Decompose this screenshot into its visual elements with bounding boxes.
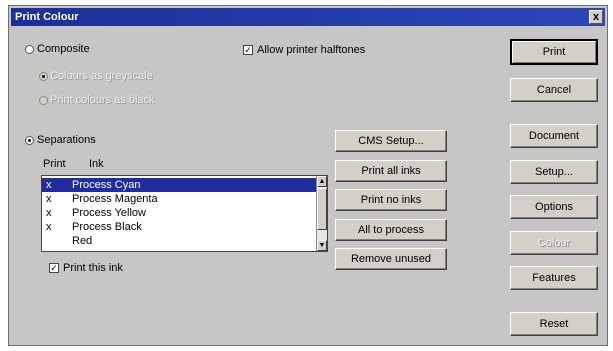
print-this-ink-label: Print this ink — [63, 262, 123, 274]
cancel-button[interactable]: Cancel — [510, 78, 598, 102]
separations-radio[interactable] — [25, 136, 34, 145]
list-item[interactable]: Red — [42, 234, 317, 248]
print-column-header: Print — [43, 158, 66, 170]
colour-button[interactable]: Colour — [510, 231, 598, 255]
allow-halftones-checkbox[interactable]: ✓ — [243, 45, 253, 55]
options-button[interactable]: Options — [510, 195, 598, 219]
list-item[interactable]: x Process Black — [42, 220, 317, 234]
print-colour-dialog: Print Colour x Composite Colours as grey… — [8, 5, 608, 346]
close-icon[interactable]: x — [589, 10, 603, 24]
scroll-down-icon[interactable]: ▼ — [317, 240, 327, 251]
list-item[interactable]: x Process Magenta — [42, 192, 317, 206]
greyscale-label: Colours as greyscale — [50, 70, 153, 82]
document-button[interactable]: Document — [510, 124, 598, 148]
print-this-ink-checkbox[interactable]: ✓ — [49, 263, 59, 273]
print-all-inks-button[interactable]: Print all inks — [335, 160, 447, 182]
features-button[interactable]: Features — [510, 266, 598, 290]
print-no-inks-button[interactable]: Print no inks — [335, 189, 447, 211]
separations-label: Separations — [37, 134, 96, 146]
list-item[interactable]: x Process Yellow — [42, 206, 317, 220]
title-bar: Print Colour x — [11, 8, 605, 26]
greyscale-radio[interactable] — [39, 72, 48, 81]
ink-list[interactable]: x Process Cyan x Process Magenta x Proce… — [41, 175, 328, 252]
composite-label: Composite — [37, 43, 90, 55]
ink-column-header: Ink — [89, 158, 104, 170]
scroll-thumb[interactable] — [317, 188, 327, 230]
composite-radio[interactable] — [25, 45, 34, 54]
list-item[interactable]: x Process Cyan — [42, 178, 317, 192]
window-title: Print Colour — [15, 11, 79, 23]
remove-unused-button[interactable]: Remove unused — [335, 248, 447, 270]
black-label: Print colours as black — [50, 94, 155, 106]
scroll-up-icon[interactable]: ▲ — [317, 176, 327, 187]
print-button[interactable]: Print — [510, 39, 598, 65]
black-radio[interactable] — [39, 96, 48, 105]
cms-setup-button[interactable]: CMS Setup... — [335, 130, 447, 152]
setup-button[interactable]: Setup... — [510, 160, 598, 184]
all-to-process-button[interactable]: All to process — [335, 219, 447, 241]
reset-button[interactable]: Reset — [510, 312, 598, 336]
list-scrollbar[interactable]: ▲ ▼ — [316, 176, 327, 251]
allow-halftones-label: Allow printer halftones — [257, 44, 366, 56]
